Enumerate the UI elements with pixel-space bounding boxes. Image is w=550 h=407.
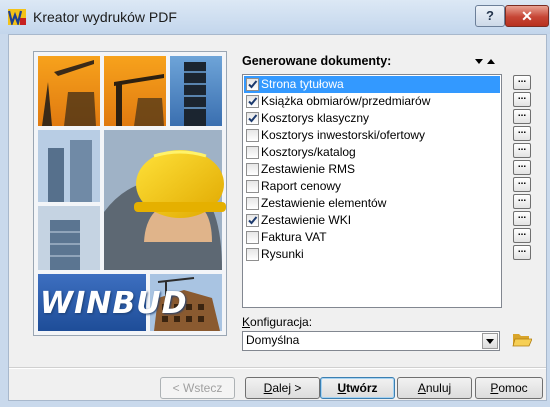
cancel-button[interactable]: Anuluj: [397, 377, 472, 399]
document-options-button[interactable]: ...: [513, 245, 531, 260]
document-options-button[interactable]: ...: [513, 228, 531, 243]
document-checkbox[interactable]: [246, 231, 259, 244]
document-options-button[interactable]: ...: [513, 109, 531, 124]
document-list-item[interactable]: Rysunki: [244, 246, 500, 263]
window-title: Kreator wydruków PDF: [33, 9, 177, 25]
document-list-item[interactable]: Zestawienie elementów: [244, 195, 500, 212]
document-checkbox[interactable]: [246, 146, 259, 159]
close-button[interactable]: ✕: [505, 5, 549, 27]
document-label: Faktura VAT: [261, 230, 327, 244]
document-label: Książka obmiarów/przedmiarów: [261, 94, 431, 108]
dialog-client-area: WINBUD Generowane dokumenty: Strona tytu…: [8, 34, 547, 401]
document-list-item[interactable]: Kosztorys inwestorski/ofertowy: [244, 127, 500, 144]
move-down-up-icon[interactable]: [474, 56, 496, 66]
document-options-button[interactable]: ...: [513, 160, 531, 175]
document-list-item[interactable]: Kosztorys klasyczny: [244, 110, 500, 127]
document-options-button[interactable]: ...: [513, 126, 531, 141]
document-checkbox[interactable]: [246, 129, 259, 142]
document-list-item[interactable]: Kosztorys/katalog: [244, 144, 500, 161]
document-checkbox[interactable]: [246, 163, 259, 176]
back-button[interactable]: < Wstecz: [160, 377, 235, 399]
document-list-item[interactable]: Książka obmiarów/przedmiarów: [244, 93, 500, 110]
document-options-button[interactable]: ...: [513, 194, 531, 209]
dropdown-arrow-button[interactable]: [482, 333, 498, 349]
document-label: Rysunki: [261, 247, 304, 261]
checkmark-icon: [248, 114, 258, 123]
document-label: Zestawienie RMS: [261, 162, 356, 176]
document-label: Kosztorys klasyczny: [261, 111, 370, 125]
document-checkbox[interactable]: [246, 248, 259, 261]
document-options-button[interactable]: ...: [513, 211, 531, 226]
help-title-button[interactable]: ?: [475, 5, 505, 27]
documents-header: Generowane dokumenty:: [242, 54, 392, 68]
document-options-button[interactable]: ...: [513, 75, 531, 90]
configuration-label: Konfiguracja:: [242, 315, 313, 329]
document-checkbox[interactable]: [246, 78, 259, 91]
document-label: Strona tytułowa: [261, 77, 344, 91]
checkmark-icon: [248, 216, 258, 225]
open-folder-icon[interactable]: [512, 330, 532, 348]
create-button[interactable]: Utwórz: [320, 377, 395, 399]
footer-divider: [9, 367, 546, 369]
document-list-item[interactable]: Raport cenowy: [244, 178, 500, 195]
next-button[interactable]: Dalej >: [245, 377, 320, 399]
configuration-dropdown[interactable]: Domyślna: [242, 331, 500, 351]
winbud-logo: WINBUD: [40, 286, 188, 321]
title-bar[interactable]: Kreator wydruków PDF ? ✕: [0, 0, 550, 34]
document-label: Kosztorys inwestorski/ofertowy: [261, 128, 426, 142]
document-label: Kosztorys/katalog: [261, 145, 356, 159]
document-list-item[interactable]: Faktura VAT: [244, 229, 500, 246]
document-list-item[interactable]: Zestawienie WKI: [244, 212, 500, 229]
document-list-item[interactable]: Strona tytułowa: [244, 76, 500, 93]
document-checkbox[interactable]: [246, 95, 259, 108]
checkmark-icon: [248, 80, 258, 89]
configuration-value: Domyślna: [246, 333, 300, 347]
document-options-button[interactable]: ...: [513, 177, 531, 192]
document-label: Zestawienie elementów: [261, 196, 387, 210]
document-label: Zestawienie WKI: [261, 213, 352, 227]
wizard-side-image: WINBUD: [33, 51, 227, 336]
document-options-button[interactable]: ...: [513, 92, 531, 107]
document-checkbox[interactable]: [246, 180, 259, 193]
document-label: Raport cenowy: [261, 179, 342, 193]
document-options-button[interactable]: ...: [513, 143, 531, 158]
winbud-app-icon: [8, 9, 26, 25]
chevron-down-icon: [486, 339, 494, 344]
help-button[interactable]: Pomoc: [475, 377, 543, 399]
document-checkbox[interactable]: [246, 112, 259, 125]
documents-list[interactable]: Strona tytułowa Książka obmiarów/przedmia…: [242, 74, 502, 308]
document-checkbox[interactable]: [246, 214, 259, 227]
document-list-item[interactable]: Zestawienie RMS: [244, 161, 500, 178]
dialog-window: Kreator wydruków PDF ? ✕ WINBUD Generowa…: [0, 0, 550, 407]
document-checkbox[interactable]: [246, 197, 259, 210]
checkmark-icon: [248, 97, 258, 106]
